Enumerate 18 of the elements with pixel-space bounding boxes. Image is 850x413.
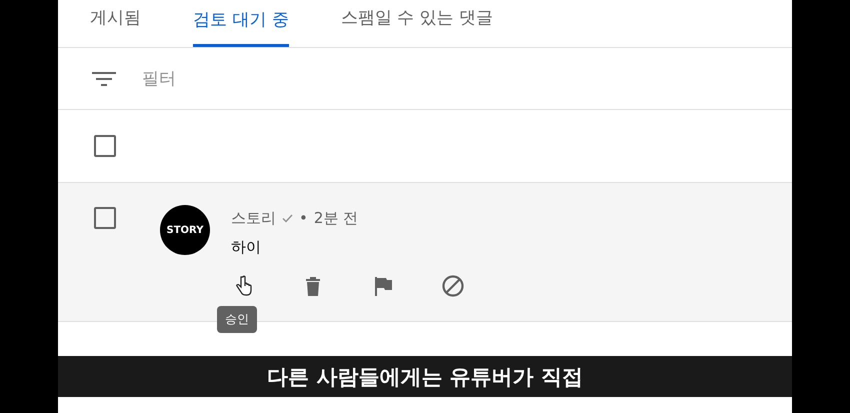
comment-time: 2분 전 — [314, 208, 358, 228]
tooltip: 승인 — [217, 306, 257, 333]
hand-cursor-icon — [233, 275, 253, 297]
tab[interactable]: 검토 대기 중 — [193, 0, 289, 47]
subtitle: 다른 사람들에게는 유튜버가 직접 — [58, 356, 792, 397]
tab[interactable]: 스팸일 수 있는 댓글 — [340, 0, 494, 47]
filter-icon[interactable] — [92, 70, 116, 86]
separator: • — [299, 209, 308, 227]
avatar: STORY — [160, 205, 210, 255]
filter-field[interactable]: 필터 — [140, 68, 344, 90]
comment-text: 하이 — [231, 238, 262, 257]
block-icon[interactable] — [442, 275, 464, 297]
flag-icon[interactable] — [374, 276, 392, 296]
comment-checkbox[interactable] — [94, 207, 116, 229]
tab[interactable]: 게시됨 — [90, 0, 141, 47]
author-name[interactable]: 스토리 — [231, 208, 276, 228]
trash-icon[interactable] — [305, 276, 321, 296]
select-all-checkbox[interactable] — [94, 135, 116, 157]
